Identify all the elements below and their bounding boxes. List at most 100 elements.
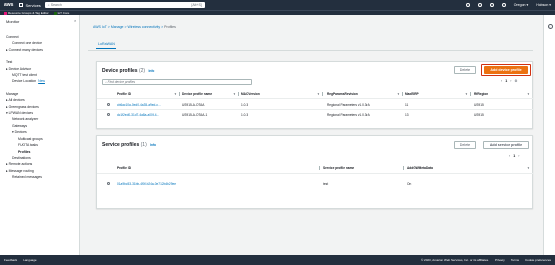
tab-lorawan[interactable]: LoRaWAN <box>98 42 115 46</box>
header-divider <box>97 173 534 174</box>
terms-link[interactable]: Terms <box>511 258 519 262</box>
delete-service-profile-button[interactable]: Delete <box>454 141 476 149</box>
cloudshell-icon[interactable] <box>465 3 470 7</box>
profile-name-cell: US915-A-OTAA-1 <box>182 113 208 117</box>
col-profile-id[interactable]: Profile ID <box>117 166 131 170</box>
sidebar: Monitor Connect Connect one device ▸ Conne… <box>0 15 80 255</box>
services-menu[interactable]: Services <box>25 3 40 8</box>
tab-divider <box>88 50 533 51</box>
sort-icon[interactable]: ▼ <box>527 166 530 170</box>
profile-id-link[interactable]: 01a9bc53-31bb-4f0f-b24a-0e712b4b29ee <box>117 182 176 186</box>
help-icon[interactable] <box>489 3 494 7</box>
services-grid-icon[interactable] <box>19 3 24 7</box>
next-page-icon[interactable]: › <box>510 79 511 83</box>
column-separator <box>319 166 320 170</box>
col-maxeirp[interactable]: MaxEIRP <box>405 92 419 96</box>
sort-icon[interactable]: ▼ <box>317 92 320 96</box>
col-rfregion[interactable]: RfRegion <box>474 92 488 96</box>
sort-icon[interactable]: ▼ <box>527 92 530 96</box>
cookie-preferences-link[interactable]: Cookie preferences <box>525 258 551 262</box>
sort-icon[interactable]: ▼ <box>465 92 468 96</box>
row-divider <box>97 109 534 110</box>
sidebar-item[interactable]: Retained messages <box>6 174 73 180</box>
row-select-radio[interactable] <box>107 113 111 117</box>
service-profiles-count: (1) <box>140 142 147 148</box>
breadcrumb: AWS IoT > Manage > Wireless connectivity… <box>93 25 176 29</box>
rfregion-cell: US915 <box>474 103 484 107</box>
page-number[interactable]: 1 <box>505 79 507 83</box>
rfregion-cell: US915 <box>474 113 484 117</box>
footer: Feedback Language © 2023, Amazon Web Ser… <box>0 255 555 265</box>
row-select-radio[interactable] <box>107 103 111 107</box>
service-profile-name-cell: test <box>323 182 329 186</box>
copyright-text: © 2023, Amazon Web Services, Inc. or its… <box>421 258 489 262</box>
search-shortcut: [Alt+S] <box>191 3 202 7</box>
info-panel-icon[interactable]: i <box>547 24 553 29</box>
sort-icon[interactable]: ▼ <box>397 92 400 96</box>
regparams-cell: Regional Parameters v1.0.3rA <box>327 103 370 107</box>
language-link[interactable]: Language <box>23 258 36 262</box>
search-placeholder: Search <box>50 3 62 7</box>
device-profiles-count: (2) <box>138 68 146 74</box>
column-separator <box>470 92 471 96</box>
top-navigation-bar: aws Services ⌕ Search [Alt+S] Oregon ▾ H… <box>0 0 555 10</box>
add-service-profile-button[interactable]: Add service profile <box>483 141 529 149</box>
breadcrumb-wireless[interactable]: Wireless connectivity <box>127 25 160 29</box>
device-profiles-panel: Device profiles (2) Info Delete Add devi… <box>96 61 534 129</box>
column-separator <box>322 92 323 96</box>
account-menu[interactable]: Hobson ▾ <box>536 3 551 7</box>
column-separator <box>238 92 239 96</box>
sidebar-item-monitor[interactable]: Monitor <box>6 19 73 24</box>
service-profiles-info-link[interactable]: Info <box>150 143 156 147</box>
aws-logo[interactable]: aws <box>4 2 13 8</box>
maxeirp-cell: 11 <box>405 103 409 107</box>
header-divider <box>97 98 534 99</box>
macversion-cell: 1.0.3 <box>241 103 249 107</box>
col-macversion[interactable]: MACVersion <box>241 92 260 96</box>
maxeirp-cell: 13 <box>405 113 409 117</box>
delete-device-profile-button[interactable]: Delete <box>454 66 476 74</box>
preferences-gear-icon[interactable]: ⚙ <box>514 79 517 83</box>
device-profiles-filter-input[interactable]: ⌕ Find device profiles <box>102 79 252 85</box>
main-content: AWS IoT > Manage > Wireless connectivity… <box>88 15 543 255</box>
col-profile-id[interactable]: Profile ID <box>117 92 131 96</box>
next-page-icon[interactable]: › <box>518 154 519 158</box>
close-sidebar-icon[interactable]: × <box>74 18 76 23</box>
privacy-link[interactable]: Privacy <box>495 258 505 262</box>
prev-page-icon[interactable]: ‹ <box>501 79 502 83</box>
profile-id-link[interactable]: cb6ac10a-0ed0-4a35-a9ed-c... <box>117 103 161 107</box>
breadcrumb-manage[interactable]: Manage <box>111 25 124 29</box>
device-profiles-pagination: ‹ 1 › ⚙ <box>501 79 518 83</box>
prev-page-icon[interactable]: ‹ <box>509 154 510 158</box>
service-profiles-panel: Service profiles (1) Info Delete Add ser… <box>96 135 534 209</box>
new-badge: New <box>38 79 45 84</box>
regparams-cell: Regional Parameters v1.0.3rA <box>327 113 370 117</box>
col-regparamsrevision[interactable]: RegParamsRevision <box>327 92 358 96</box>
feedback-link[interactable]: Feedback <box>4 258 17 262</box>
add-device-profile-button[interactable]: Add device profile <box>484 66 528 74</box>
column-separator <box>403 166 404 170</box>
breadcrumb-current: Profiles <box>164 25 176 29</box>
search-input[interactable]: ⌕ Search [Alt+S] <box>44 2 205 8</box>
region-selector[interactable]: Oregon ▾ <box>514 3 528 7</box>
column-separator <box>402 92 403 96</box>
col-device-profile-name[interactable]: Device profile name <box>182 92 212 96</box>
service-profiles-title: Service profiles (1) Info <box>102 142 156 148</box>
sort-icon[interactable]: ▼ <box>233 92 236 96</box>
settings-icon[interactable] <box>501 3 506 7</box>
macversion-cell: 1.0.3 <box>241 113 249 117</box>
service-profiles-pagination: ‹ 1 › <box>509 154 519 158</box>
notifications-icon[interactable] <box>477 3 482 7</box>
breadcrumb-aws-iot[interactable]: AWS IoT <box>93 25 107 29</box>
device-profiles-info-link[interactable]: Info <box>148 69 154 73</box>
col-service-profile-name[interactable]: Service profile name <box>323 166 354 170</box>
profile-name-cell: US915-A-OTAA <box>182 103 205 107</box>
column-separator <box>179 92 180 96</box>
col-addgwmetadata[interactable]: AddGWMetaData <box>407 166 433 170</box>
row-select-radio[interactable] <box>107 182 111 186</box>
addgwmetadata-cell: On <box>407 182 412 186</box>
sort-icon[interactable]: ▼ <box>174 92 177 96</box>
profile-id-link[interactable]: dc1f2ed0-31d7-4a8a-a00f-4... <box>117 113 159 117</box>
active-tab-indicator <box>96 48 116 49</box>
page-number[interactable]: 1 <box>513 154 515 158</box>
